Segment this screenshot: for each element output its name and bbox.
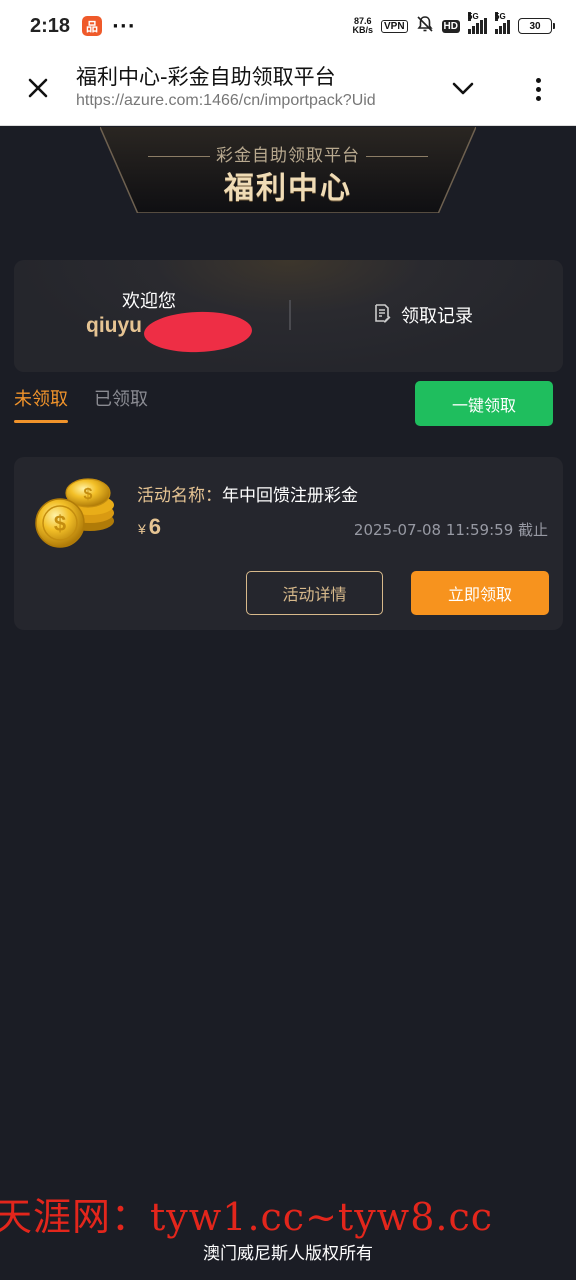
status-bar: 2:18 品 ··· 87.6 KB/s VPN HD 5G 5G 30 — [0, 0, 576, 52]
banner-title: 福利中心 — [224, 171, 352, 206]
svg-text:$: $ — [54, 511, 66, 536]
chevron-down-icon[interactable] — [448, 74, 478, 104]
url-text[interactable]: https://azure.com:1466/cn/importpack?Uid — [76, 92, 424, 110]
activity-amount: ¥6 — [138, 514, 161, 540]
more-menu-icon[interactable] — [524, 74, 552, 104]
more-notifications-icon: ··· — [112, 15, 136, 37]
watermark-text: 天涯网：tyw1.cc~tyw8.cc — [0, 1195, 494, 1239]
redaction-mark — [143, 310, 253, 354]
page-content: 彩金自助领取平台 福利中心 欢迎您 qiuyu 领取记录 未领取 已领取 一键领… — [0, 127, 576, 1280]
signal-label-2: 5G — [495, 12, 506, 21]
battery-icon: 30 — [518, 18, 555, 34]
claim-now-button[interactable]: 立即领取 — [411, 571, 549, 615]
divider — [289, 300, 291, 330]
vpn-icon: VPN — [380, 19, 408, 33]
signal-label: 5G — [468, 12, 479, 21]
signal-icon: 5G — [468, 12, 487, 34]
amount-value: 6 — [148, 514, 162, 539]
gold-coins-icon: $ $ — [34, 469, 118, 549]
close-icon[interactable] — [22, 72, 54, 104]
username: qiuyu — [86, 314, 142, 337]
hd-voice-icon: HD — [441, 19, 460, 33]
copyright-text: 澳门威尼斯人版权所有 — [203, 1244, 373, 1264]
status-time: 2:18 — [30, 14, 71, 37]
claim-records-label: 领取记录 — [401, 306, 473, 327]
activity-name-value: 年中回馈注册彩金 — [222, 486, 358, 506]
welcome-card: 欢迎您 qiuyu 领取记录 — [14, 260, 563, 372]
activity-details-button[interactable]: 活动详情 — [246, 571, 383, 615]
activity-card: $ $ 活动名称：年中回馈注册彩金 ¥6 2025-07-08 11:59:59… — [14, 457, 563, 630]
app-notification-icon: 品 — [82, 16, 103, 36]
network-speed-unit: KB/s — [352, 25, 373, 35]
document-icon — [372, 303, 392, 328]
tab-unclaimed[interactable]: 未领取 — [14, 385, 68, 423]
browser-toolbar: 福利中心-彩金自助领取平台 https://azure.com:1466/cn/… — [0, 52, 576, 126]
status-icons: 87.6 KB/s VPN HD 5G 5G 30 — [352, 12, 555, 37]
one-click-claim-button[interactable]: 一键领取 — [415, 381, 553, 426]
claim-records-link[interactable]: 领取记录 — [372, 302, 473, 328]
currency-symbol: ¥ — [138, 521, 146, 537]
activity-name-key: 活动名称： — [137, 486, 222, 506]
page-title: 福利中心-彩金自助领取平台 — [76, 65, 336, 89]
activity-deadline: 2025-07-08 11:59:59 截止 — [353, 521, 548, 539]
signal-icon-2: 5G — [495, 12, 510, 34]
mute-icon — [416, 15, 434, 37]
network-speed: 87.6 KB/s — [352, 17, 373, 35]
tab-claimed[interactable]: 已领取 — [94, 385, 148, 411]
activity-name: 活动名称：年中回馈注册彩金 — [137, 481, 358, 506]
svg-text:$: $ — [84, 486, 93, 503]
welcome-label: 欢迎您 — [122, 291, 176, 312]
